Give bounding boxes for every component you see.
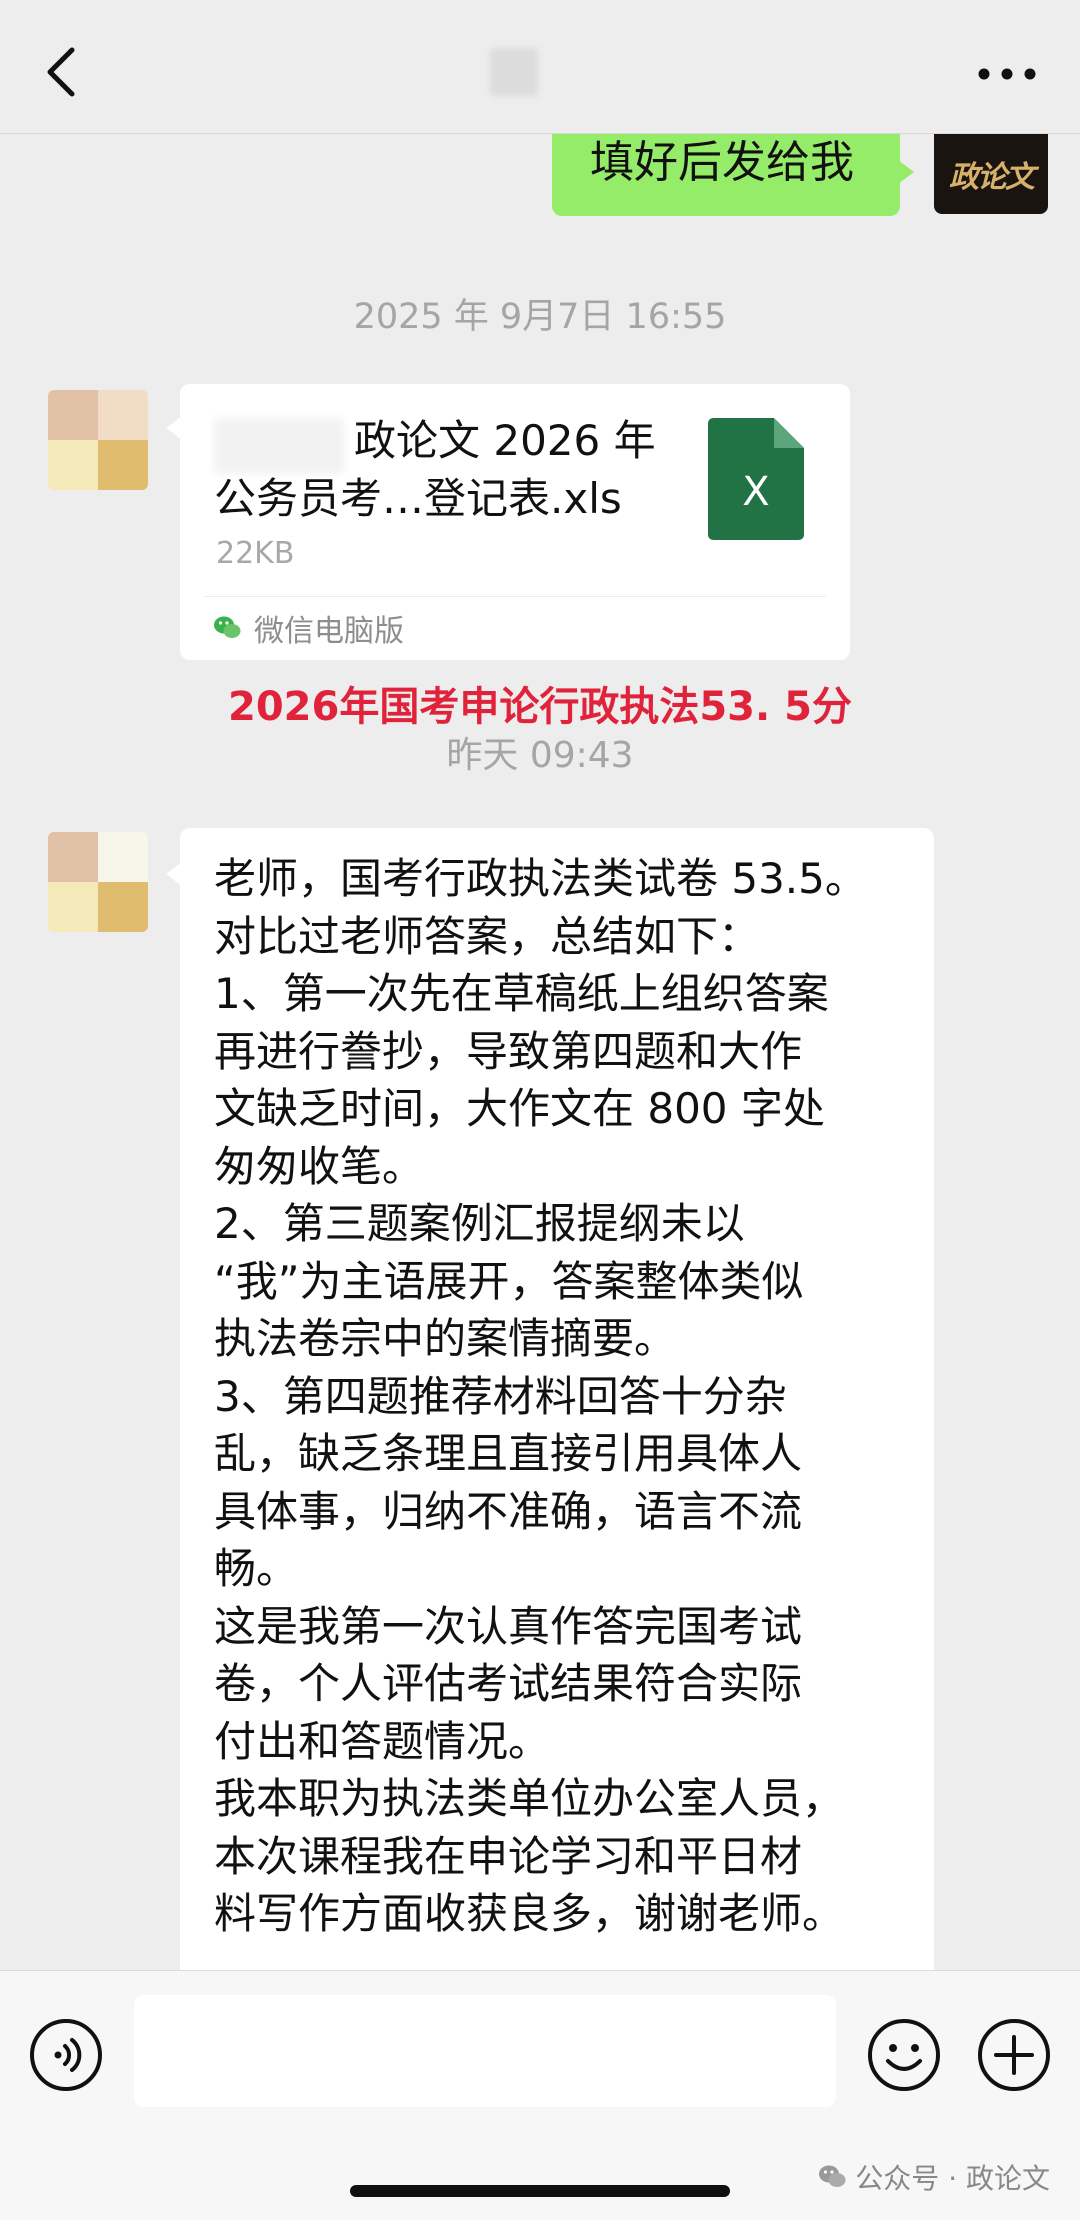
wechat-icon <box>819 2165 846 2187</box>
voice-button[interactable] <box>28 2017 104 2093</box>
message-line: 3、第四题推荐材料回答十分杂 <box>214 1371 787 1421</box>
message-line: 畅。 <box>214 1544 299 1593</box>
message-line: 老师，国考行政执法类试卷 53.5。 <box>214 854 867 903</box>
sent-message-bubble[interactable]: 填好后发给我 <box>552 134 914 216</box>
message-list[interactable]: 填好后发给我 政论文 2025 年 9月7日 16:55 政论文 2026 年 … <box>0 134 1080 1970</box>
timestamp: 2025 年 9月7日 16:55 <box>353 297 727 337</box>
message-line: 文缺乏时间，大作文在 800 字处 <box>214 1084 825 1133</box>
plus-icon <box>978 2019 1050 2091</box>
voice-icon <box>30 2019 102 2091</box>
file-name: 政论文 2026 年 公务员考…登记表.xls <box>214 412 684 528</box>
sent-message-text: 填好后发给我 <box>590 137 854 188</box>
message-line: 我本职为执法类单位办公室人员， <box>214 1774 845 1823</box>
excel-file-icon: X <box>708 418 804 540</box>
home-indicator[interactable] <box>350 2185 730 2197</box>
message-line: 执法卷宗中的案情摘要。 <box>214 1314 677 1363</box>
file-message-card[interactable]: 政论文 2026 年 公务员考…登记表.xls 22KB X 微信电脑版 <box>166 384 850 660</box>
emoji-icon <box>868 2019 940 2091</box>
back-button[interactable] <box>36 40 90 104</box>
score-annotation: 2026年国考申论行政执法53. 5分 <box>228 684 852 730</box>
watermark-text: 公众号 · 政论文 <box>855 2162 1050 2195</box>
contact-avatar[interactable] <box>48 390 148 490</box>
chat-title-obscured <box>490 48 538 96</box>
message-line: 2、第三题案例汇报提纲未以 <box>214 1199 745 1248</box>
plus-button[interactable] <box>976 2017 1052 2093</box>
message-line: 对比过老师答案，总结如下： <box>214 911 761 961</box>
message-line: 卷，个人评估考试结果符合实际 <box>214 1659 803 1708</box>
message-line: 再进行誊抄，导致第四题和大作 <box>214 1026 803 1076</box>
chat-screen: 填好后发给我 政论文 2025 年 9月7日 16:55 政论文 2026 年 … <box>0 0 1080 2220</box>
message-line: “我”为主语展开，答案整体类似 <box>214 1256 804 1306</box>
wechat-icon <box>214 616 241 638</box>
message-line: 料写作方面收获良多，谢谢老师。 <box>214 1889 845 1938</box>
file-icon-letter: X <box>742 469 769 515</box>
chevron-left-icon <box>47 47 75 97</box>
message-line: 这是我第一次认真作答完国考试 <box>214 1601 803 1651</box>
timestamp: 昨天 09:43 <box>446 735 634 776</box>
nav-bar <box>0 0 1080 134</box>
divider <box>204 596 826 597</box>
emoji-button[interactable] <box>866 2017 942 2093</box>
my-avatar[interactable]: 政论文 <box>934 134 1048 214</box>
avatar-logo-text: 政论文 <box>949 160 1035 195</box>
message-line: 1、第一次先在草稿纸上组织答案 <box>214 969 829 1018</box>
message-line: 付出和答题情况。 <box>214 1716 551 1766</box>
received-message-bubble[interactable]: 老师，国考行政执法类试卷 53.5。 对比过老师答案，总结如下： 1、第一次先在… <box>166 828 934 1970</box>
message-line: 匆匆收笔。 <box>214 1141 425 1191</box>
file-source-text: 微信电脑版 <box>254 614 404 649</box>
more-button[interactable] <box>972 54 1042 94</box>
message-line: 本次课程我在申论学习和平日材 <box>214 1831 803 1881</box>
contact-avatar[interactable] <box>48 832 148 932</box>
file-name-line1: 政论文 2026 年 <box>354 416 656 465</box>
watermark: 公众号 · 政论文 <box>817 2157 1050 2197</box>
input-bar: 公众号 · 政论文 <box>0 1970 1080 2220</box>
message-input[interactable] <box>134 1995 836 2107</box>
message-line: 乱，缺乏条理且直接引用具体人 <box>214 1429 803 1478</box>
ellipsis-icon <box>978 68 1036 80</box>
file-size: 22KB <box>216 536 295 571</box>
file-source: 微信电脑版 <box>212 606 404 650</box>
message-line: 具体事，归纳不准确，语言不流 <box>214 1486 803 1536</box>
file-name-line2: 公务员考…登记表.xls <box>214 474 622 523</box>
